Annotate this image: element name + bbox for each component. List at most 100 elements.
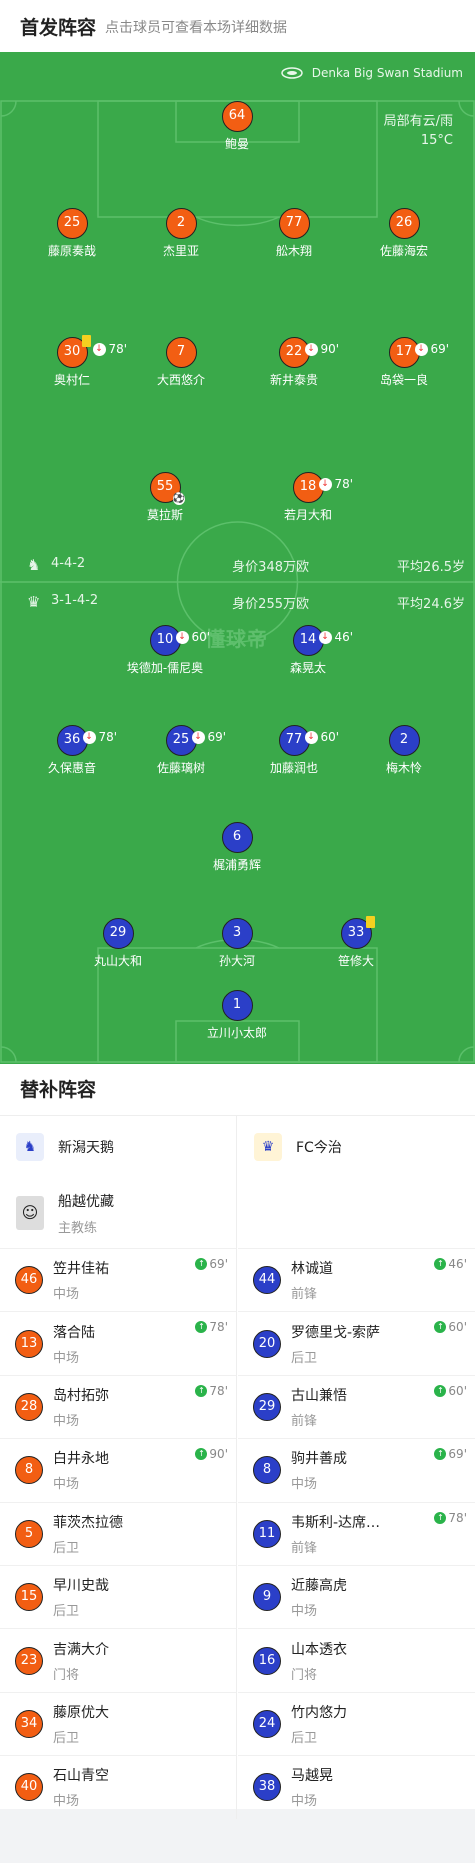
player-name: 莫拉斯 (146, 508, 183, 522)
home-coach[interactable]: ☺ 船越优藏 主教练 (0, 1178, 236, 1248)
sub-on-indicator: ↑ 78' (434, 1511, 467, 1525)
home-player-4[interactable]: 77 舩木翔 (234, 208, 354, 259)
sub-on-time: 60' (448, 1320, 467, 1335)
sub-position: 前锋 (291, 1287, 318, 1303)
player-name: 岛袋一良 (379, 373, 428, 387)
sub-name: 石山青空 (53, 1768, 109, 1785)
home-sub-row[interactable]: 5 菲茨杰拉德 后卫 (0, 1501, 236, 1565)
player-number: 6 (221, 822, 253, 853)
home-team-summary: ♞ 4-4-2 身价348万欧 平均26.5岁 (0, 552, 475, 576)
away-player-9[interactable]: 3 孙大河 (177, 918, 297, 969)
player-name: 森晃太 (289, 661, 326, 675)
sub-on-indicator: ↑ 90' (195, 1447, 228, 1461)
away-sub-row[interactable]: 20 罗德里戈-索萨 后卫 ↑ 60' (238, 1311, 475, 1374)
sub-off-time: 90' (320, 342, 340, 356)
home-avg-age: 平均26.5岁 (397, 560, 465, 575)
away-sub-row[interactable]: 44 林诚道 前锋 ↑ 46' (238, 1248, 475, 1311)
away-sub-row[interactable]: 38 马越晃中场 (238, 1755, 475, 1818)
player-name: 埃德加-儒尼奥 (126, 661, 204, 675)
sub-number: 8 (15, 1456, 43, 1485)
sub-off-time: 60' (191, 630, 211, 644)
away-sub-row[interactable]: 24 竹内悠力 后卫 (238, 1691, 475, 1755)
player-name: 新井泰贵 (269, 373, 318, 387)
home-player-6[interactable]: 30 ↓ 78' 奥村仁 (12, 335, 132, 388)
player-number: 18 ↓ 78' (292, 472, 353, 503)
sub-name: 韦斯利-达席… (291, 1514, 381, 1531)
home-sub-row[interactable]: 46 笠井佳祐 中场 ↑ 69' (0, 1248, 236, 1311)
player-name: 加藤润也 (269, 761, 318, 775)
home-sub-row[interactable]: 34 藤原优大 后卫 (0, 1691, 236, 1755)
home-sub-row[interactable]: 40 石山青空 中场 (0, 1755, 236, 1818)
sub-name: 菲茨杰拉德 (53, 1514, 123, 1531)
home-player-9[interactable]: 17 ↓ 69' 岛袋一良 (344, 337, 464, 388)
away-player-8[interactable]: 29 丸山大和 (58, 918, 178, 969)
sub-number: 38 (253, 1773, 281, 1802)
substitution-off: ↓ 78' (318, 470, 353, 498)
home-player-10[interactable]: 55 ⚽ 莫拉斯 (105, 472, 225, 523)
player-number: 25 (56, 208, 88, 239)
away-sub-row[interactable]: 29 古山兼悟 前锋 ↑ 60' (238, 1374, 475, 1438)
away-value: 身价255万欧 (232, 597, 309, 612)
sub-on-time: 69' (448, 1447, 467, 1462)
sub-position: 中场 (291, 1794, 318, 1810)
home-sub-row[interactable]: 15 早川史哉 后卫 (0, 1564, 236, 1628)
home-sub-row[interactable]: 23 吉满大介 门将 (0, 1628, 236, 1691)
sub-number: 34 (15, 1709, 43, 1738)
sub-on-icon: ↑ (434, 1384, 447, 1397)
sub-on-indicator: ↑ 60' (434, 1320, 467, 1334)
sub-number: 24 (253, 1709, 281, 1738)
away-player-7[interactable]: 6 梶浦勇辉 (177, 822, 297, 873)
stadium-name: Denka Big Swan Stadium (311, 66, 463, 80)
player-name: 鲍曼 (224, 137, 249, 151)
away-player-10[interactable]: 33 笹修大 (296, 916, 416, 969)
sub-position: 后卫 (291, 1350, 318, 1366)
sub-name: 山本透衣 (291, 1641, 347, 1658)
away-player-5[interactable]: 77 ↓ 60' 加藤润也 (234, 725, 354, 776)
player-number: 14 ↓ 46' (292, 625, 353, 656)
sub-position: 后卫 (291, 1730, 318, 1746)
home-sub-row[interactable]: 8 白井永地 中场 ↑ 90' (0, 1438, 236, 1501)
away-sub-row[interactable]: 9 近藤高虎 中场 (238, 1564, 475, 1628)
stadium-icon (280, 67, 303, 79)
away-team-header[interactable]: ♛ FC今治 (238, 1116, 475, 1178)
home-sub-row[interactable]: 13 落合陆 中场 ↑ 78' (0, 1311, 236, 1374)
home-player-2[interactable]: 25 藤原奏哉 (12, 208, 132, 259)
home-subs-column: ♞ 新潟天鹅 ☺ 船越优藏 主教练 46 笠井佳祐 中场 ↑ 69' 13 落合陆 中场 ↑ 78… (0, 1116, 237, 1819)
away-coach-placeholder (238, 1178, 475, 1248)
home-sub-row[interactable]: 28 岛村拓弥 中场 ↑ 78' (0, 1374, 236, 1438)
home-player-3[interactable]: 2 杰里亚 (121, 208, 241, 259)
away-player-6[interactable]: 2 梅木怜 (344, 725, 464, 776)
home-player-8[interactable]: 22 ↓ 90' 新井泰贵 (234, 337, 354, 388)
player-number: 30 ↓ 78' (56, 335, 127, 368)
away-player-11[interactable]: 1 立川小太郎 (177, 990, 297, 1041)
player-number: 10 ↓ 60' (149, 625, 210, 656)
sub-position: 中场 (53, 1287, 80, 1303)
away-sub-row[interactable]: 16 山本透衣 门将 (238, 1628, 475, 1691)
away-sub-row[interactable]: 8 驹井善成 中场 ↑ 69' (238, 1438, 475, 1501)
yellow-card-icon (365, 916, 375, 928)
away-player-4[interactable]: 25 ↓ 69' 佐藤璃树 (121, 725, 241, 776)
sub-position: 中场 (53, 1477, 80, 1493)
sub-off-time: 78' (98, 730, 118, 744)
away-player-2[interactable]: 14 ↓ 46' 森晃太 (248, 625, 368, 676)
away-player-1[interactable]: 10 ↓ 60' 埃德加-儒尼奥 (105, 625, 225, 676)
sub-off-time: 69' (207, 730, 227, 744)
away-player-3[interactable]: 36 ↓ 78' 久保惠音 (12, 725, 132, 776)
sub-position: 后卫 (53, 1730, 80, 1746)
away-sub-row[interactable]: 11 韦斯利-达席… 前锋 ↑ 78' (238, 1501, 475, 1565)
home-team-header[interactable]: ♞ 新潟天鹅 (0, 1116, 236, 1178)
sub-number: 28 (15, 1392, 43, 1421)
sub-on-icon: ↑ (434, 1321, 447, 1334)
sub-position: 后卫 (53, 1540, 80, 1556)
player-number: 26 (388, 208, 420, 239)
player-number: 25 ↓ 69' (165, 725, 226, 756)
sub-name: 马越晃 (291, 1768, 333, 1785)
home-player-7[interactable]: 7 大西悠介 (121, 337, 241, 388)
sub-on-time: 69' (209, 1257, 228, 1271)
sub-on-icon: ↑ (195, 1448, 208, 1461)
home-player-11[interactable]: 18 ↓ 78' 若月大和 (248, 472, 368, 523)
home-player-1[interactable]: 64 鲍曼 (177, 101, 297, 152)
sub-number: 44 (253, 1266, 281, 1295)
home-player-5[interactable]: 26 佐藤海宏 (344, 208, 464, 259)
sub-on-icon: ↑ (195, 1384, 208, 1397)
